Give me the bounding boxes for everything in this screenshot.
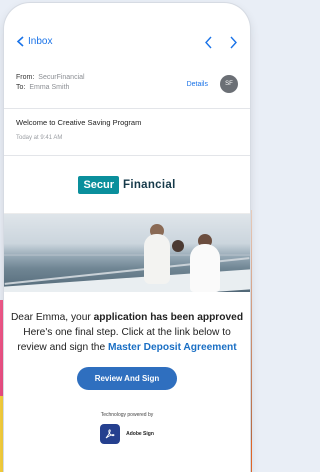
message-line-1: Dear Emma, your application has been app… <box>10 310 244 325</box>
chevron-left-icon <box>16 36 24 47</box>
review-text: review and sign the <box>17 342 108 353</box>
message-timestamp: Today at 9:41 AM <box>16 135 63 141</box>
cta-wrapper: Review And Sign <box>4 367 250 390</box>
phone-screen: Inbox From: SecurFinancial To: Emma Smith … <box>4 3 250 472</box>
chevron-right-icon[interactable] <box>229 36 238 49</box>
person-figure <box>190 244 220 292</box>
brand-banner: Secur Financial <box>4 156 250 214</box>
message-line-2: Here's one final step. Click at the link… <box>23 327 231 338</box>
agreement-link[interactable]: Master Deposit Agreement <box>108 342 237 353</box>
person-head <box>172 240 184 252</box>
message-pager <box>204 36 238 49</box>
sender-header: From: SecurFinancial To: Emma Smith Detail… <box>4 61 250 109</box>
sender-info: From: SecurFinancial To: Emma Smith <box>16 73 85 93</box>
to-row: To: Emma Smith <box>16 83 85 93</box>
brand-logo: Secur Financial <box>78 175 176 194</box>
back-to-inbox-button[interactable]: Inbox <box>16 36 52 47</box>
person-figure <box>144 234 170 284</box>
powered-by-text: Technology powered by <box>100 412 154 418</box>
avatar: SF <box>220 75 238 93</box>
header-actions: Details SF <box>187 75 238 93</box>
approval-text: application has been approved <box>93 312 244 323</box>
message-line-3: review and sign the Master Deposit Agree… <box>10 340 244 355</box>
chevron-left-icon[interactable] <box>204 36 213 49</box>
email-message: Dear Emma, your application has been app… <box>4 292 250 355</box>
mail-nav-bar: Inbox <box>4 3 250 59</box>
adobe-sign-icon <box>100 424 121 444</box>
to-value: Emma Smith <box>29 84 70 91</box>
brand-logo-word: Financial <box>123 178 176 191</box>
subject-block: Welcome to Creative Saving Program Today… <box>4 109 250 156</box>
hero-photo <box>4 214 250 292</box>
subject-title: Welcome to Creative Saving Program <box>16 118 142 127</box>
details-link[interactable]: Details <box>187 81 208 88</box>
to-label: To: <box>16 84 26 91</box>
brand-logo-box: Secur <box>78 175 120 194</box>
from-label: From: <box>16 74 35 81</box>
greeting-text: Dear Emma, your <box>10 312 94 323</box>
adobe-sign-badge: Adobe Sign <box>4 424 250 444</box>
from-row: From: SecurFinancial <box>16 73 85 83</box>
adobe-sign-label: Adobe Sign <box>126 431 154 437</box>
from-value: SecurFinancial <box>38 74 85 81</box>
review-and-sign-button[interactable]: Review And Sign <box>76 367 178 390</box>
back-label: Inbox <box>28 36 53 47</box>
